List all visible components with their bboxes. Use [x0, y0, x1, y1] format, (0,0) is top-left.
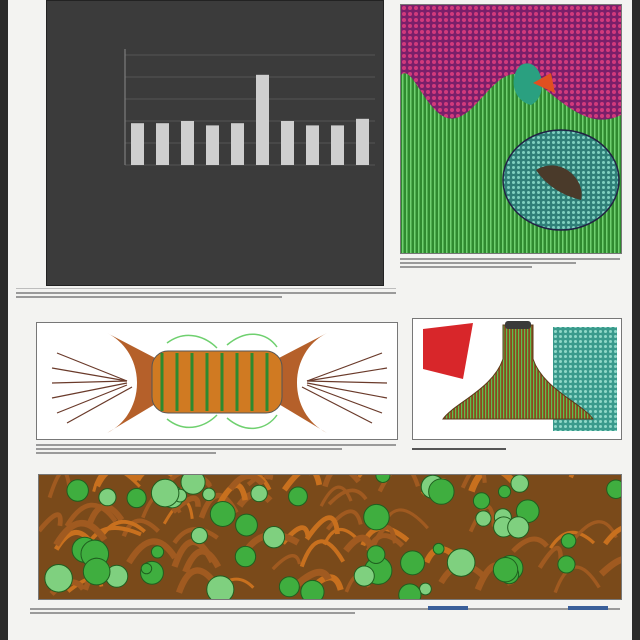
texture-blob [209, 501, 236, 527]
texture-blob [278, 576, 300, 598]
document-page [8, 0, 632, 640]
texture-blob [475, 510, 492, 527]
texture-blob [140, 562, 153, 575]
texture-blob [492, 557, 519, 583]
texture-blob [446, 548, 476, 577]
figure-middle-right-image [413, 319, 621, 439]
footer-mark [568, 606, 608, 610]
caption-middle-left [36, 442, 396, 456]
texture-blob [400, 550, 425, 576]
figure-bottom-image [39, 475, 621, 599]
texture-blob [82, 557, 111, 586]
texture-blob [235, 513, 258, 537]
texture-blob [507, 516, 530, 539]
caption-top-right [400, 256, 620, 270]
texture-blob [510, 475, 529, 493]
bar [206, 125, 219, 165]
bar [131, 123, 144, 165]
texture-blob [560, 533, 577, 549]
texture-blob [606, 479, 621, 499]
texture-blob [202, 487, 216, 502]
bar [331, 125, 344, 165]
texture-blob [250, 484, 268, 503]
caption-bottom [30, 606, 620, 620]
caption-middle-right [412, 446, 620, 460]
texture-blob [432, 542, 445, 555]
bar [356, 118, 369, 165]
figure-middle-left [36, 322, 398, 440]
texture-blob [126, 487, 147, 509]
caption-chart [16, 290, 396, 304]
texture-blob [206, 575, 235, 599]
figure-bottom [38, 474, 622, 600]
figure-top-right [400, 4, 622, 254]
texture-blob [44, 564, 73, 593]
texture-blob [300, 579, 325, 599]
bar [306, 125, 319, 165]
bar [156, 123, 169, 165]
texture-blob [497, 485, 512, 499]
figure-middle-left-image [37, 323, 397, 439]
texture-blob [472, 492, 491, 510]
texture-blob [66, 479, 89, 502]
texture-blob [190, 527, 208, 545]
divider [16, 288, 396, 289]
bar [231, 123, 244, 165]
texture-blob [419, 582, 432, 596]
texture-blob [557, 555, 576, 574]
bar-chart-panel [46, 0, 384, 286]
footer-mark [428, 606, 468, 610]
texture-blob [353, 565, 375, 587]
texture-blob [288, 486, 308, 507]
figure-middle-right [412, 318, 622, 440]
texture-blob [363, 503, 390, 531]
texture-blob [98, 488, 117, 507]
texture-blob [150, 545, 165, 559]
bar [256, 74, 269, 165]
texture-blob [428, 478, 455, 505]
footer [8, 604, 632, 640]
figure-top-right-image [401, 5, 621, 253]
texture-blob [150, 478, 180, 508]
texture-blob [180, 475, 206, 495]
texture-blob [234, 545, 257, 568]
bar [281, 121, 294, 165]
texture-blob [366, 545, 386, 564]
bar-chart [124, 49, 375, 166]
texture-blob [262, 525, 286, 549]
bar [181, 121, 194, 165]
